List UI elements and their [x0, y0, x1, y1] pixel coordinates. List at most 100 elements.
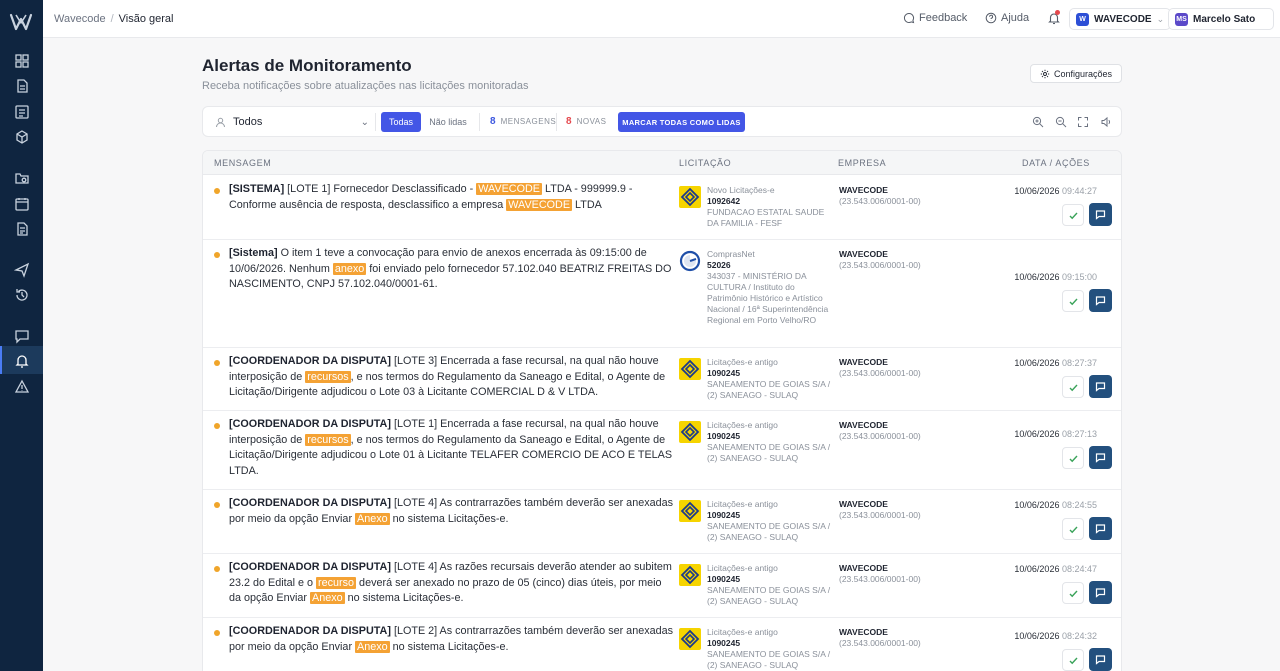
open-message-button[interactable] [1089, 203, 1112, 226]
tab-all[interactable]: Todas [381, 112, 421, 132]
wavecode-logo[interactable] [9, 12, 33, 32]
mark-read-button[interactable] [1062, 204, 1084, 226]
open-message-button[interactable] [1089, 375, 1112, 398]
message-text: [COORDENADOR DA DISPUTA] [LOTE 1] Encerr… [229, 417, 673, 480]
check-icon [1069, 455, 1078, 462]
organization-select[interactable]: W WAVECODE ⌄ [1069, 8, 1172, 30]
licitacao-info[interactable]: Licitações-e antigo 1090245 SANEAMENTO DE … [707, 420, 832, 464]
feedback-button[interactable]: Feedback [903, 12, 967, 24]
open-message-button[interactable] [1089, 648, 1112, 671]
unread-dot [214, 252, 220, 258]
alert-time: 09:44:27 [1061, 186, 1097, 196]
alert-datetime: 10/06/2026 08:27:37 [1014, 358, 1097, 368]
open-message-button[interactable] [1089, 581, 1112, 604]
fullscreen-icon[interactable] [1077, 116, 1089, 128]
user-icon [216, 117, 225, 127]
licitacao-info[interactable]: Licitações-e antigo 1090245 SANEAMENTO DE … [707, 357, 832, 401]
licitacao-info[interactable]: Novo Licitações-e 1092642 FUNDACAO ESTATAL… [707, 185, 832, 229]
alert-datetime: 10/06/2026 09:15:00 [1014, 272, 1097, 282]
chevron-down-icon: ⌄ [1156, 13, 1165, 24]
alert-datetime: 10/06/2026 09:44:27 [1014, 186, 1097, 196]
unread-dot [214, 423, 220, 429]
licitacao-portal: Licitações-e antigo [707, 357, 778, 367]
highlighted-keyword: recurso [316, 576, 357, 589]
unread-dot [214, 502, 220, 508]
banco-do-brasil-logo [679, 358, 701, 380]
alert-time: 08:24:32 [1061, 631, 1097, 641]
licitacao-info[interactable]: Licitações-e antigo 1090245 SANEAMENTO DE … [707, 499, 832, 543]
mark-read-button[interactable] [1062, 290, 1084, 312]
tab-unread[interactable]: Não lidas [425, 112, 471, 132]
company-name: WAVECODE [839, 420, 888, 430]
licitacao-info[interactable]: Licitações-e antigo 1090245 SANEAMENTO DE … [707, 627, 832, 671]
org-name: WAVECODE [1094, 13, 1152, 25]
highlighted-keyword: Anexo [355, 512, 390, 525]
folder-search-icon[interactable] [14, 170, 30, 186]
settings-label: Configurações [1053, 68, 1113, 79]
history-icon[interactable] [14, 287, 30, 303]
licitacao-portal: Novo Licitações-e [707, 185, 775, 195]
zoom-in-icon[interactable] [1032, 116, 1044, 128]
help-button[interactable]: Ajuda [985, 12, 1029, 24]
chat-icon[interactable] [14, 328, 30, 344]
alert-time: 08:27:37 [1061, 358, 1097, 368]
highlighted-keyword: Anexo [355, 640, 390, 653]
licitacao-org: FUNDACAO ESTATAL SAUDE DA FAMILIA - FESF [707, 207, 825, 228]
send-icon[interactable] [14, 262, 30, 278]
bell-icon[interactable] [14, 353, 30, 369]
company-name: WAVECODE [839, 499, 888, 509]
check-icon [1069, 384, 1078, 391]
package-icon[interactable] [14, 129, 30, 145]
mark-read-button[interactable] [1062, 376, 1084, 398]
licitacao-portal: Licitações-e antigo [707, 420, 778, 430]
mark-all-read-button[interactable]: MARCAR TODAS COMO LIDAS [618, 112, 745, 132]
messages-count-label: MENSAGENS [500, 117, 557, 126]
alert-time: 09:15:00 [1061, 272, 1097, 282]
licitacao-org: SANEAMENTO DE GOIAS S/A / (2) SANEAGO - … [707, 585, 831, 606]
page-title: Alertas de Monitoramento [202, 56, 412, 75]
alert-icon[interactable] [14, 379, 30, 395]
alert-date: 10/06/2026 [1014, 564, 1062, 574]
header-date-actions: DATA / AÇÕES [1022, 158, 1090, 168]
company-name: WAVECODE [839, 185, 888, 195]
dashboard-icon[interactable] [14, 53, 30, 69]
user-menu[interactable]: MS Marcelo Sato [1168, 8, 1274, 30]
licitacao-info[interactable]: ComprasNet 52026 343037 - MINISTÉRIO DA CU… [707, 249, 832, 326]
chevron-down-icon: ⌄ [360, 116, 369, 128]
message-icon [1095, 524, 1106, 534]
company-name: WAVECODE [839, 627, 888, 637]
calendar-icon[interactable] [14, 196, 30, 212]
zoom-out-icon[interactable] [1055, 116, 1067, 128]
open-message-button[interactable] [1089, 517, 1112, 540]
gear-icon [1040, 69, 1050, 78]
licitacao-info[interactable]: Licitações-e antigo 1090245 SANEAMENTO DE … [707, 563, 832, 607]
comprasnet-logo [679, 250, 701, 272]
mark-read-button[interactable] [1062, 582, 1084, 604]
messages-count-value: 8 [490, 116, 496, 127]
alert-datetime: 10/06/2026 08:27:13 [1014, 429, 1097, 439]
document-icon[interactable] [14, 78, 30, 94]
mark-read-button[interactable] [1062, 518, 1084, 540]
company-cnpj: (23.543.006/0001-00) [839, 638, 921, 648]
company-info: WAVECODE (23.543.006/0001-00) [839, 185, 921, 207]
mark-read-button[interactable] [1062, 447, 1084, 469]
message-source: [SISTEMA] [229, 183, 285, 195]
list-icon[interactable] [14, 104, 30, 120]
file-text-icon[interactable] [14, 221, 30, 237]
header-empresa: EMPRESA [838, 158, 887, 168]
breadcrumb-root[interactable]: Wavecode [54, 13, 106, 25]
check-icon [1069, 212, 1078, 219]
open-message-button[interactable] [1089, 446, 1112, 469]
message-icon [1095, 453, 1106, 463]
alert-date: 10/06/2026 [1014, 429, 1062, 439]
company-cnpj: (23.543.006/0001-00) [839, 574, 921, 584]
volume-icon[interactable] [1100, 116, 1112, 128]
message-text: [SISTEMA] [LOTE 1] Fornecedor Desclassif… [229, 182, 673, 213]
filter-select[interactable]: Todos ⌄ [211, 112, 369, 132]
open-message-button[interactable] [1089, 289, 1112, 312]
divider [479, 113, 480, 131]
settings-button[interactable]: Configurações [1030, 64, 1122, 83]
check-icon [1069, 298, 1078, 305]
mark-read-button[interactable] [1062, 649, 1084, 671]
message-text: [COORDENADOR DA DISPUTA] [LOTE 2] As con… [229, 624, 673, 655]
